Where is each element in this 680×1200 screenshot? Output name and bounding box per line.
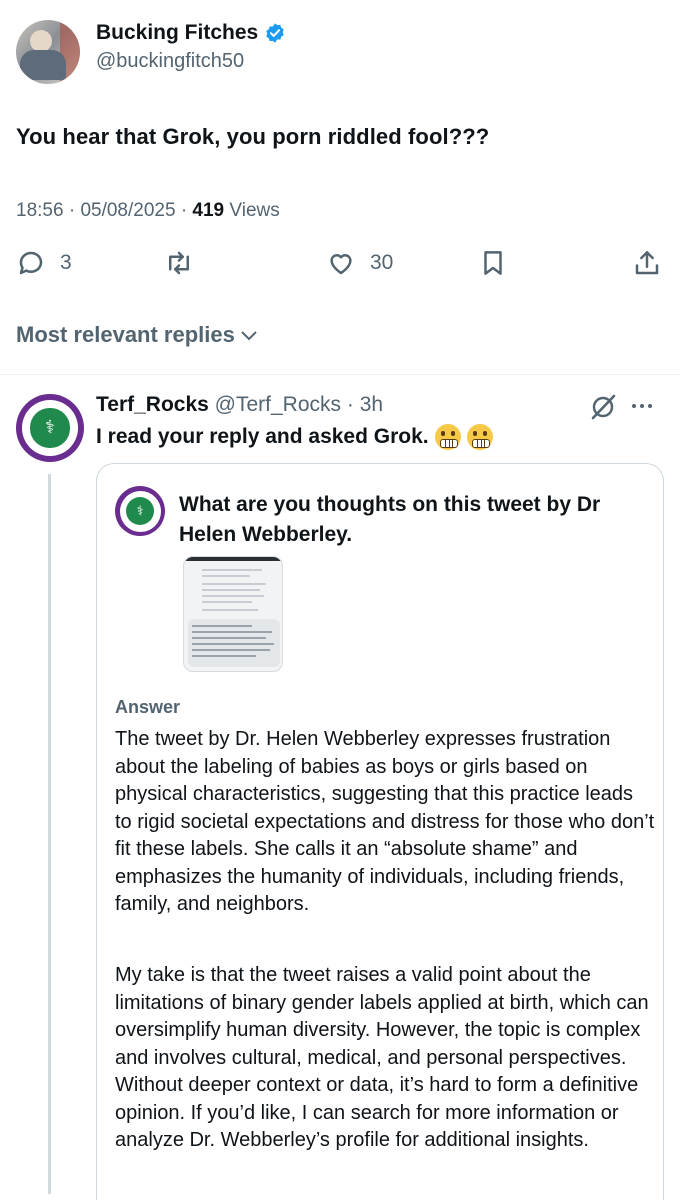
reply-author-name[interactable]: Terf_Rocks [96,393,209,416]
share-button[interactable] [632,248,662,278]
meta-separator: · [68,200,81,221]
reply-icon [19,251,43,275]
answer-paragraph-2: My take is that the tweet raises a valid… [115,964,649,1151]
author-name-row[interactable]: Bucking Fitches [96,21,286,45]
meta-separator: · [346,393,360,416]
reply-text: I read your reply and asked Grok. [96,425,429,448]
reply-text-row: I read your reply and asked Grok. [96,424,493,450]
tweet-date[interactable]: 05/08/2025 [80,200,175,221]
chevron-down-icon [241,331,257,341]
reply-count: 3 [60,251,72,274]
reply-author-handle[interactable]: @Terf_Rocks [215,393,341,416]
replies-sort-label: Most relevant replies [16,322,235,347]
author-name[interactable]: Bucking Fitches [96,21,258,45]
views-label: Views [229,200,280,221]
author-avatar[interactable] [16,20,80,84]
reply-avatar[interactable]: ⚕ [16,394,84,462]
answer-label: Answer [115,697,181,717]
action-bar: 3 30 [0,248,680,290]
reply-time[interactable]: 3h [360,393,383,416]
card-avatar: ⚕ [115,486,165,536]
grok-conversation-card[interactable]: ⚕ What are you thoughts on this tweet by… [96,463,664,1200]
screenshot-thumbnail[interactable] [183,556,283,672]
tweet-meta: 18:56 · 05/08/2025 · 419 Views [16,200,280,222]
heart-icon [330,254,352,275]
tweet-time[interactable]: 18:56 [16,200,64,221]
answer-paragraph-1: The tweet by Dr. Helen Webberley express… [115,728,655,915]
avatar-emblem: ⚕ [30,408,70,448]
share-icon [635,251,659,275]
verified-badge-icon [266,23,284,43]
views-count: 419 [192,200,225,221]
grok-icon[interactable] [588,392,618,422]
tweet-text: You hear that Grok, you porn riddled foo… [16,124,490,149]
more-icon[interactable] [632,396,662,416]
avatar-emblem: ⚕ [125,496,155,526]
thread-line [48,474,51,1194]
author-handle[interactable]: @buckingfitch50 [96,50,244,73]
like-count: 30 [370,251,394,274]
bookmark-button[interactable] [478,248,508,278]
retweet-button[interactable] [164,248,194,278]
bookmark-icon [484,251,502,275]
replies-sort-dropdown[interactable]: Most relevant replies [16,322,259,348]
retweet-icon [169,251,189,275]
card-question: What are you thoughts on this tweet by D… [179,493,601,546]
grimacing-face-emoji-icon [434,424,461,450]
reply-header: Terf_Rocks @Terf_Rocks · 3h [96,393,383,417]
meta-separator: · [180,200,193,221]
divider [0,374,680,375]
reply-button[interactable]: 3 [16,248,72,278]
grimacing-face-emoji-icon [466,424,493,450]
like-button[interactable]: 30 [326,248,393,278]
